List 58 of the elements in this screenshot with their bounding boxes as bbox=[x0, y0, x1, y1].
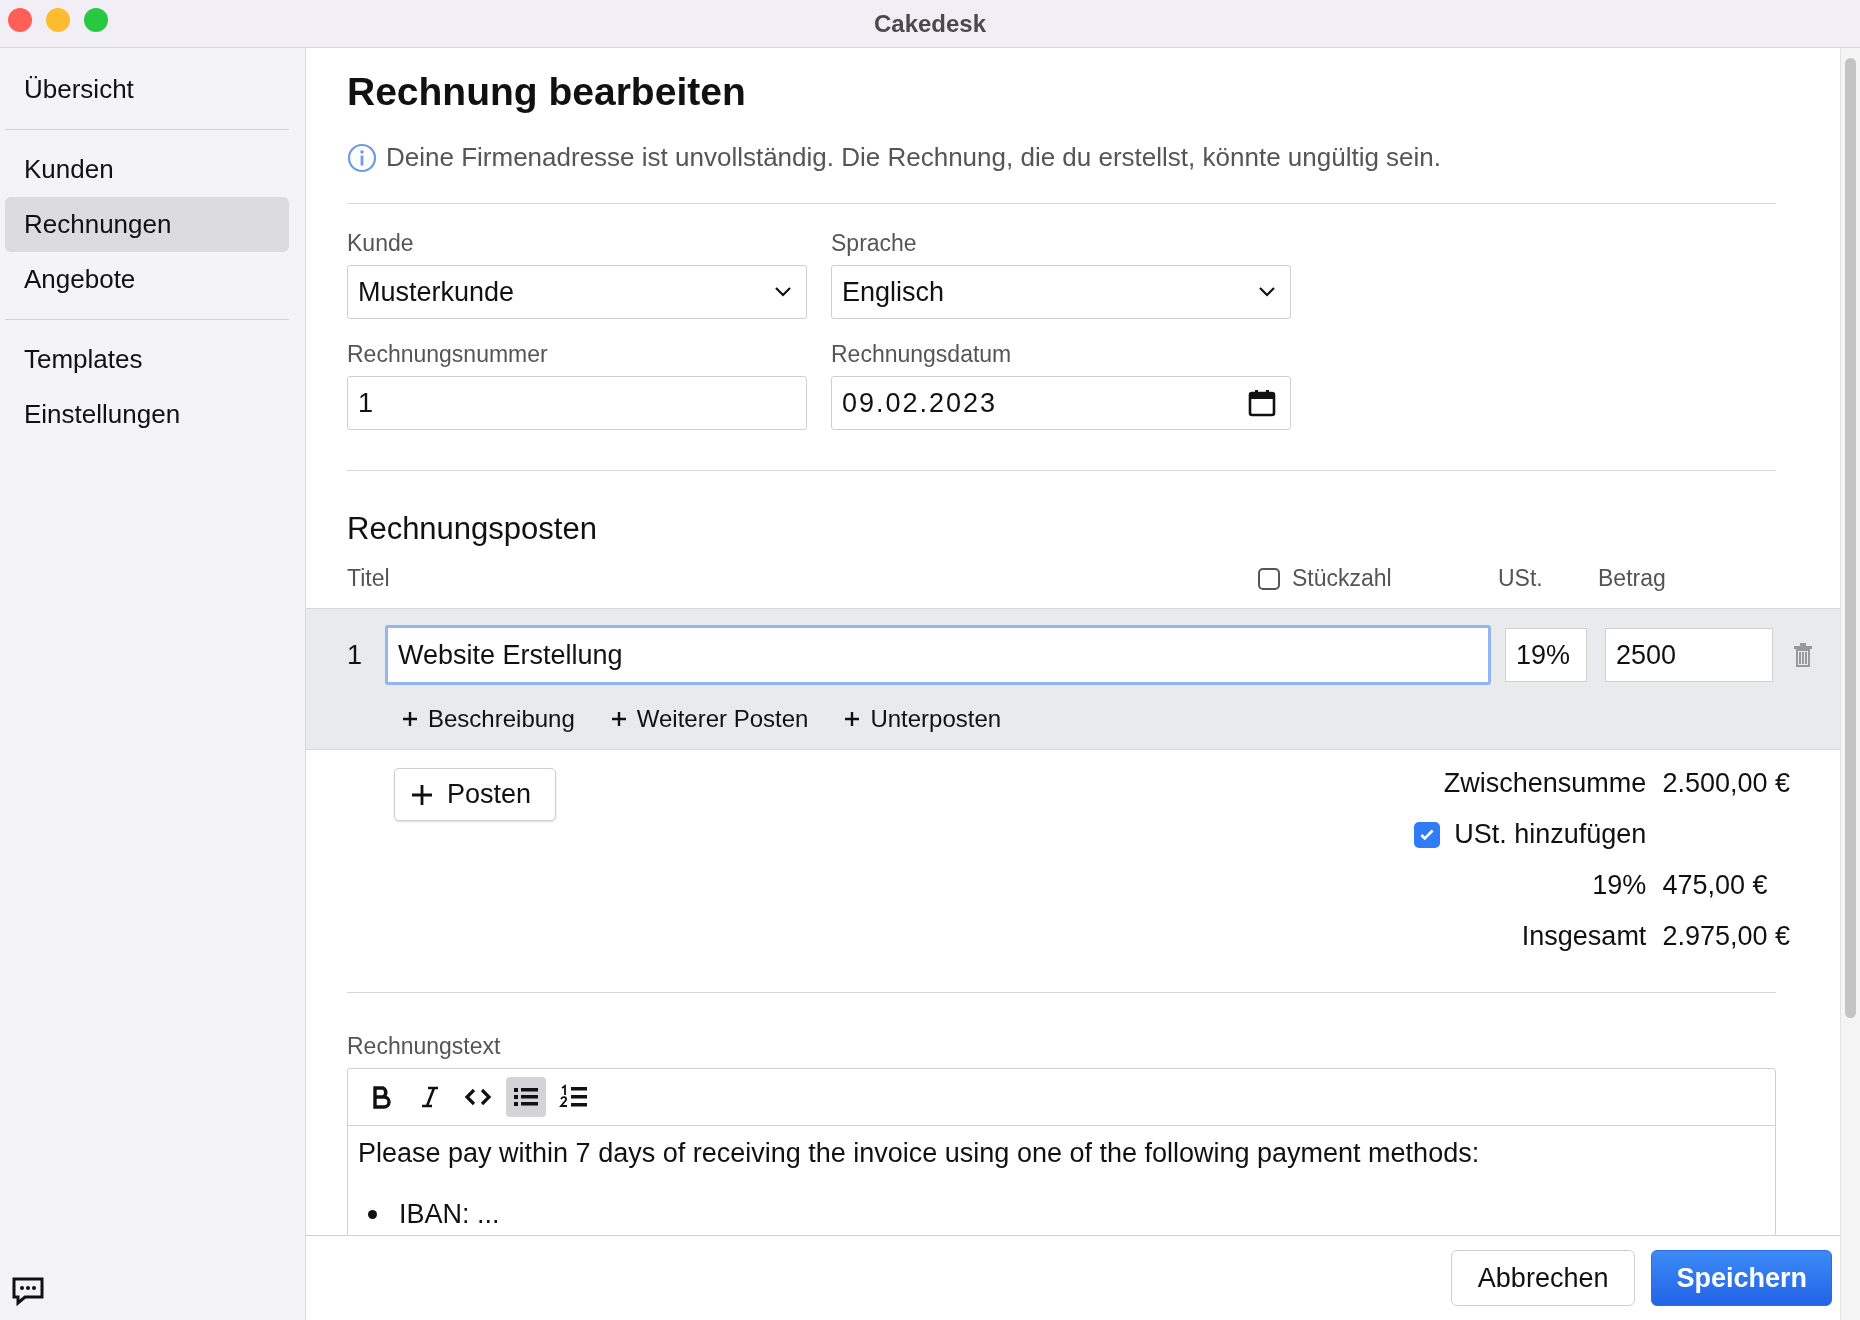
sidebar-item[interactable]: Angebote bbox=[5, 252, 289, 307]
page-heading: Rechnung bearbeiten bbox=[347, 70, 747, 114]
subtotal-value: 2.500,00 € bbox=[1662, 768, 1790, 799]
add-link[interactable]: Weiterer Posten bbox=[610, 705, 809, 733]
field-label: Sprache bbox=[831, 230, 918, 257]
close-icon[interactable] bbox=[8, 8, 32, 32]
window-title: Cakedesk bbox=[873, 9, 987, 38]
field-label: Rechnungsnummer bbox=[347, 341, 549, 368]
line-number: 1 bbox=[347, 639, 364, 671]
bullet-icon bbox=[368, 1210, 377, 1219]
total-label: Insgesamt bbox=[1521, 921, 1647, 952]
add-link[interactable]: Beschreibung bbox=[402, 705, 575, 733]
dropdown[interactable]: Musterkunde bbox=[347, 265, 807, 319]
sidebar-item[interactable]: Kunden bbox=[5, 142, 289, 197]
plus-icon bbox=[402, 711, 418, 727]
sidebar-item[interactable]: Templates bbox=[5, 332, 289, 387]
field-label: Rechnungstext bbox=[347, 1033, 502, 1060]
text-editor[interactable]: Please pay within 7 days of receiving the invoice using one of the following payment methods: IBAN: ... bbox=[347, 1068, 1776, 1235]
sidebar-item[interactable]: Übersicht bbox=[5, 62, 289, 117]
sidebar-item[interactable]: Rechnungen bbox=[5, 197, 289, 252]
field-label: Rechnungsdatum bbox=[831, 341, 1013, 368]
checkbox[interactable] bbox=[1414, 821, 1441, 848]
date-field[interactable]: 09.02.2023 bbox=[831, 376, 1291, 430]
subtotal-label: Zwischensumme bbox=[1443, 768, 1647, 799]
total-value: 2.975,00 € bbox=[1662, 921, 1790, 952]
column-header: Stückzahl bbox=[1292, 565, 1392, 592]
chevron-down-icon bbox=[774, 286, 792, 298]
title-input[interactable]: Website Erstellung bbox=[385, 625, 1491, 685]
plus-icon bbox=[844, 711, 861, 727]
bullet-list-icon[interactable] bbox=[506, 1077, 546, 1117]
info-icon bbox=[347, 142, 377, 173]
save-button[interactable]: Speichern bbox=[1651, 1250, 1832, 1306]
column-header: Betrag bbox=[1598, 565, 1667, 592]
feedback-icon[interactable] bbox=[11, 1276, 45, 1306]
checkbox-label: USt. hinzufügen bbox=[1454, 819, 1647, 850]
add-item-button[interactable]: Posten bbox=[394, 768, 557, 821]
add-link[interactable]: Unterposten bbox=[844, 705, 1002, 733]
calendar-icon[interactable] bbox=[1248, 389, 1276, 417]
vat-rate: 19% bbox=[1592, 870, 1647, 901]
column-header: USt. bbox=[1498, 565, 1544, 592]
plus-icon bbox=[610, 711, 627, 727]
chevron-down-icon bbox=[1258, 286, 1276, 298]
field-label: Kunde bbox=[347, 230, 415, 257]
column-header: Titel bbox=[347, 565, 391, 592]
checkbox[interactable] bbox=[1258, 567, 1280, 590]
plus-icon bbox=[411, 783, 433, 806]
vat-input[interactable]: 19% bbox=[1505, 628, 1587, 682]
invoice-text: Please pay within 7 days of receiving the invoice using one of the following payment methods: bbox=[358, 1138, 1481, 1169]
input-field[interactable]: 1 bbox=[347, 376, 807, 430]
section-heading: Rechnungsposten bbox=[347, 511, 598, 547]
amount-input[interactable]: 2500 bbox=[1605, 628, 1773, 682]
scrollbar[interactable] bbox=[1840, 48, 1860, 1320]
list-item: IBAN: ... bbox=[399, 1199, 500, 1230]
vat-value: 475,00 € bbox=[1662, 870, 1768, 901]
dropdown[interactable]: Englisch bbox=[831, 265, 1291, 319]
sidebar-item[interactable]: Einstellungen bbox=[5, 387, 289, 442]
warning-message: Deine Firmenadresse ist unvollständig. Die Rechnung, die du erstellst, könnte ungültig sein. bbox=[386, 142, 1442, 173]
cancel-button[interactable]: Abbrechen bbox=[1450, 1250, 1636, 1306]
